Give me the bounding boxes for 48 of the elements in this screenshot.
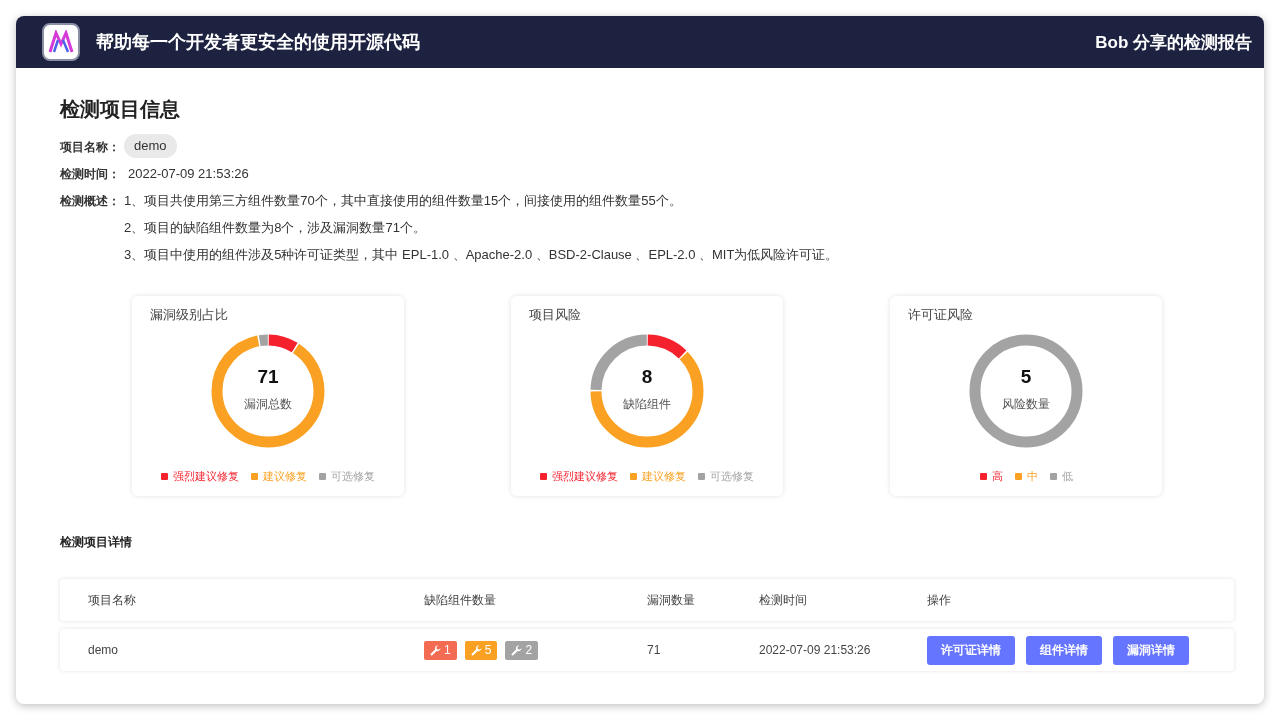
table-cell-text: 71 xyxy=(647,643,662,657)
column-header: 项目名称 xyxy=(88,591,137,609)
legend-label[interactable]: 建议修复 xyxy=(263,469,307,484)
legend-label[interactable]: 低 xyxy=(1061,469,1073,484)
site-title: 帮助每一个开发者更安全的使用开源代码 xyxy=(96,31,421,54)
chart-title: 许可证风险 xyxy=(908,306,973,324)
chart-total: 8 xyxy=(641,365,653,388)
field-value: 2022-07-09 21:53:26 xyxy=(128,165,249,183)
summary-line: 1、项目共使用第三方组件数量70个，其中直接使用的组件数量15个，间接使用的组件数量55个。 xyxy=(124,192,683,210)
detail-button[interactable]: 组件详情 xyxy=(1026,635,1102,665)
column-header: 操作 xyxy=(927,591,952,609)
field-label: 项目名称： xyxy=(60,139,120,156)
chart-caption: 漏洞总数 xyxy=(244,395,292,413)
chart-caption: 风险数量 xyxy=(1002,395,1050,413)
wrench-icon xyxy=(470,644,482,656)
chart-title: 项目风险 xyxy=(529,306,581,324)
legend-label[interactable]: 建议修复 xyxy=(642,469,686,484)
legend-label[interactable]: 强烈建议修复 xyxy=(552,469,618,484)
summary-line: 2、项目的缺陷组件数量为8个，涉及漏洞数量71个。 xyxy=(124,219,427,237)
project-name-tag: demo xyxy=(124,134,177,158)
section-heading: 检测项目详情 xyxy=(60,534,133,551)
field-label: 检测时间： xyxy=(60,166,120,183)
report-title: Bob 分享的检测报告 xyxy=(1095,31,1252,54)
chart-title: 漏洞级别占比 xyxy=(150,306,228,324)
chart-caption: 缺陷组件 xyxy=(623,395,671,413)
logo-icon xyxy=(42,23,80,61)
section-heading: 检测项目信息 xyxy=(60,97,181,122)
column-header: 检测时间 xyxy=(759,591,808,609)
chart-total: 71 xyxy=(257,365,279,388)
wrench-icon xyxy=(511,644,523,656)
field-label: 检测概述： xyxy=(60,193,120,210)
legend-label[interactable]: 强烈建议修复 xyxy=(173,469,239,484)
legend-label[interactable]: 高 xyxy=(991,469,1003,484)
wrench-icon xyxy=(430,644,441,656)
defect-count-badge: 2 xyxy=(505,640,539,660)
chart-total: 5 xyxy=(1020,365,1032,388)
column-header: 漏洞数量 xyxy=(647,591,696,609)
detail-button[interactable]: 许可证详情 xyxy=(927,635,1015,665)
detail-button[interactable]: 漏洞详情 xyxy=(1113,635,1189,665)
column-header: 缺陷组件数量 xyxy=(424,591,497,609)
defect-count-badge: 1 xyxy=(424,640,457,660)
legend-label[interactable]: 中 xyxy=(1026,469,1038,484)
summary-line: 3、项目中使用的组件涉及5种许可证类型，其中 EPL-1.0 、Apache-2.0 、BSD-2-Clause 、EPL-2.0 、MIT为低风险许可证。 xyxy=(124,246,839,264)
legend-label[interactable]: 可选修复 xyxy=(331,469,375,484)
table-cell-text: demo xyxy=(88,643,120,657)
table-cell-text: 2022-07-09 21:53:26 xyxy=(759,643,872,657)
defect-count-badge: 5 xyxy=(464,640,498,660)
legend-label[interactable]: 可选修复 xyxy=(710,469,754,484)
